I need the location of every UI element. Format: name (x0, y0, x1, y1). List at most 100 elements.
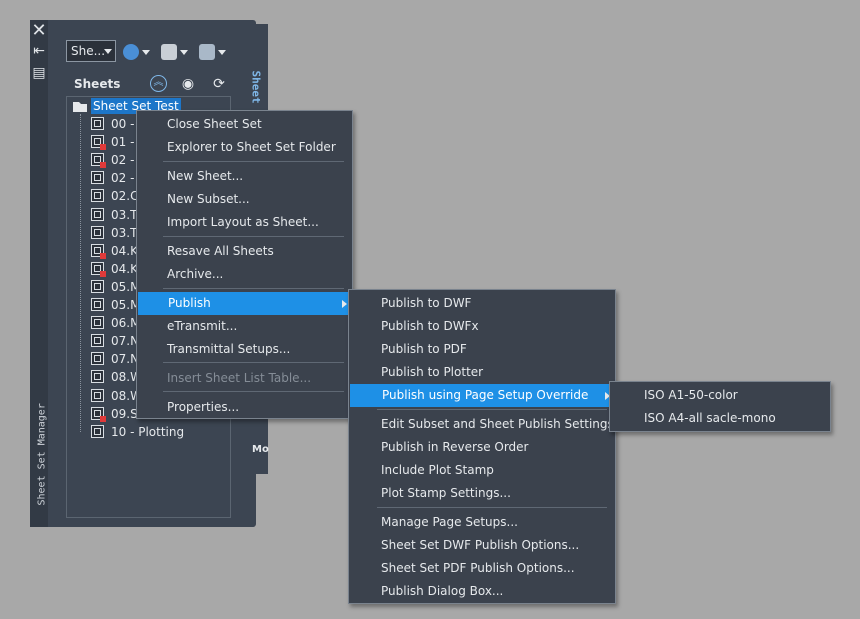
menu-separator (163, 288, 344, 289)
pub-item[interactable]: Publish to DWF (349, 292, 615, 315)
sheet-icon (91, 171, 104, 185)
ovr-item[interactable]: ISO A4-all sacle-mono (610, 407, 830, 430)
menu-item-label: Publish using Page Setup Override (382, 388, 589, 402)
auto-hide-icon[interactable]: ⇤ (30, 42, 48, 60)
collapse-up-icon[interactable]: ︽ (150, 75, 167, 92)
pub-item[interactable]: Publish to PDF (349, 338, 615, 361)
ctx-item[interactable]: Archive... (137, 263, 352, 286)
pub-item[interactable]: Manage Page Setups... (349, 511, 615, 534)
menu-item-label: Publish to DWFx (381, 319, 479, 333)
menu-item-label: Edit Subset and Sheet Publish Settings..… (381, 417, 626, 431)
ctx-item[interactable]: Explorer to Sheet Set Folder (137, 136, 352, 159)
menu-separator (163, 236, 344, 237)
menu-item-label: Archive... (167, 267, 224, 281)
pub-item[interactable]: Publish in Reverse Order (349, 436, 615, 459)
ovr-item[interactable]: ISO A1-50-color (610, 384, 830, 407)
pub-item[interactable]: Sheet Set PDF Publish Options... (349, 557, 615, 580)
menu-separator (377, 507, 607, 508)
menu-item-label: ISO A1-50-color (644, 388, 738, 402)
tree-item-label: 01 - (111, 135, 135, 150)
submenu-arrow-icon (342, 300, 347, 308)
tree-item-label: 02 - (111, 171, 135, 186)
menu-item-label: Publish to PDF (381, 342, 467, 356)
menu-separator (163, 362, 344, 363)
ctx-item[interactable]: Publish (138, 292, 353, 315)
eye-icon[interactable]: ◉ (179, 75, 197, 93)
sheet-missing-icon (91, 406, 106, 422)
menu-item-label: Sheet Set PDF Publish Options... (381, 561, 575, 575)
pub-item[interactable]: Publish using Page Setup Override (350, 384, 616, 407)
menu-item-label: New Sheet... (167, 169, 244, 183)
menu-item-label: Publish to DWF (381, 296, 472, 310)
pub-item[interactable]: Plot Stamp Settings... (349, 482, 615, 505)
pub-item[interactable]: Publish Dialog Box... (349, 580, 615, 603)
menu-separator (377, 409, 607, 410)
menu-item-label: Transmittal Setups... (167, 342, 291, 356)
menu-item-label: Include Plot Stamp (381, 463, 494, 477)
publish-submenu: Publish to DWF Publish to DWFx Publish to … (348, 289, 625, 604)
menu-item-label: Insert Sheet List Table... (167, 371, 312, 385)
sheet-icon (91, 189, 104, 203)
menu-item-label: eTransmit... (167, 319, 238, 333)
sheet-missing-icon (91, 135, 106, 151)
sheet-icon (91, 225, 104, 239)
sheet-icon (91, 334, 104, 348)
menu-item-label: Publish (168, 296, 211, 310)
sheet-icon (91, 370, 104, 384)
tree-item-label: 00 - (111, 117, 135, 131)
ctx-item[interactable]: New Sheet... (137, 165, 352, 188)
pub-item[interactable]: Publish to Plotter (349, 361, 615, 384)
menu-item-label: ISO A4-all sacle-mono (644, 411, 776, 425)
sheet-icon (91, 316, 104, 330)
pub-item[interactable]: Edit Subset and Sheet Publish Settings..… (349, 413, 625, 436)
tree-item-label: 10 - Plotting (111, 424, 185, 439)
tree-item-label: 04.K (111, 243, 138, 258)
publish-button[interactable] (159, 42, 189, 62)
menu-item-label: Publish to Plotter (381, 365, 484, 379)
properties-icon[interactable]: ▤ (30, 64, 48, 82)
publish-to-web-button[interactable] (121, 42, 151, 62)
sheets-header: Sheets ︽ ◉ ⟳ (66, 72, 232, 96)
sheet-icon (91, 388, 104, 402)
sheet-icon (91, 298, 104, 311)
pub-item[interactable]: Publish to DWFx (349, 315, 615, 338)
menu-item-label: Publish Dialog Box... (381, 584, 504, 598)
sheet-missing-icon (91, 243, 106, 259)
sheet-selections-button[interactable] (197, 42, 227, 62)
ctx-item[interactable]: Properties... (137, 396, 352, 419)
tree-item-label: 04.K (111, 261, 138, 276)
sheet-icon (91, 207, 104, 221)
sheet-set-dropdown[interactable]: She... (66, 40, 116, 62)
menu-item-label: Resave All Sheets (167, 244, 274, 258)
tree-item-label: 02 - (111, 153, 135, 168)
ctx-item[interactable]: Insert Sheet List Table... (137, 367, 352, 390)
sheet-icon (91, 424, 104, 438)
page-setup-override-submenu: ISO A1-50-color ISO A4-all sacle-mono (609, 381, 831, 432)
menu-item-label: Manage Page Setups... (381, 515, 518, 529)
menu-item-label: Close Sheet Set (167, 117, 262, 131)
ctx-item[interactable]: Transmittal Setups... (137, 338, 352, 361)
context-menu: Close Sheet Set Explorer to Sheet Set Fol… (136, 110, 353, 419)
menu-separator (163, 161, 344, 162)
menu-item-label: Properties... (167, 400, 240, 414)
sheet-icon (91, 352, 104, 366)
refresh-icon[interactable]: ⟳ (210, 75, 228, 93)
sheet-missing-icon (91, 153, 106, 169)
pub-item[interactable]: Sheet Set DWF Publish Options... (349, 534, 615, 557)
sheet-set-icon (73, 102, 87, 112)
close-icon[interactable]: ✕ (30, 22, 48, 40)
ctx-item[interactable]: Resave All Sheets (137, 240, 352, 263)
menu-separator (163, 391, 344, 392)
menu-item-label: Import Layout as Sheet... (167, 215, 319, 229)
tab-model-views[interactable]: Mo (252, 444, 269, 464)
sheet-icon (91, 117, 104, 130)
pub-item[interactable]: Include Plot Stamp (349, 459, 615, 482)
menu-item-label: Publish in Reverse Order (381, 440, 529, 454)
ctx-item[interactable]: Close Sheet Set (137, 113, 352, 136)
tree-item-label: 02.C (111, 189, 139, 204)
ctx-item[interactable]: Import Layout as Sheet... (137, 211, 352, 234)
tree-item-label: 07.N (111, 352, 140, 367)
ctx-item[interactable]: New Subset... (137, 188, 352, 211)
palette-title: Sheet Set Manager (36, 403, 48, 506)
ctx-item[interactable]: eTransmit... (137, 315, 352, 338)
